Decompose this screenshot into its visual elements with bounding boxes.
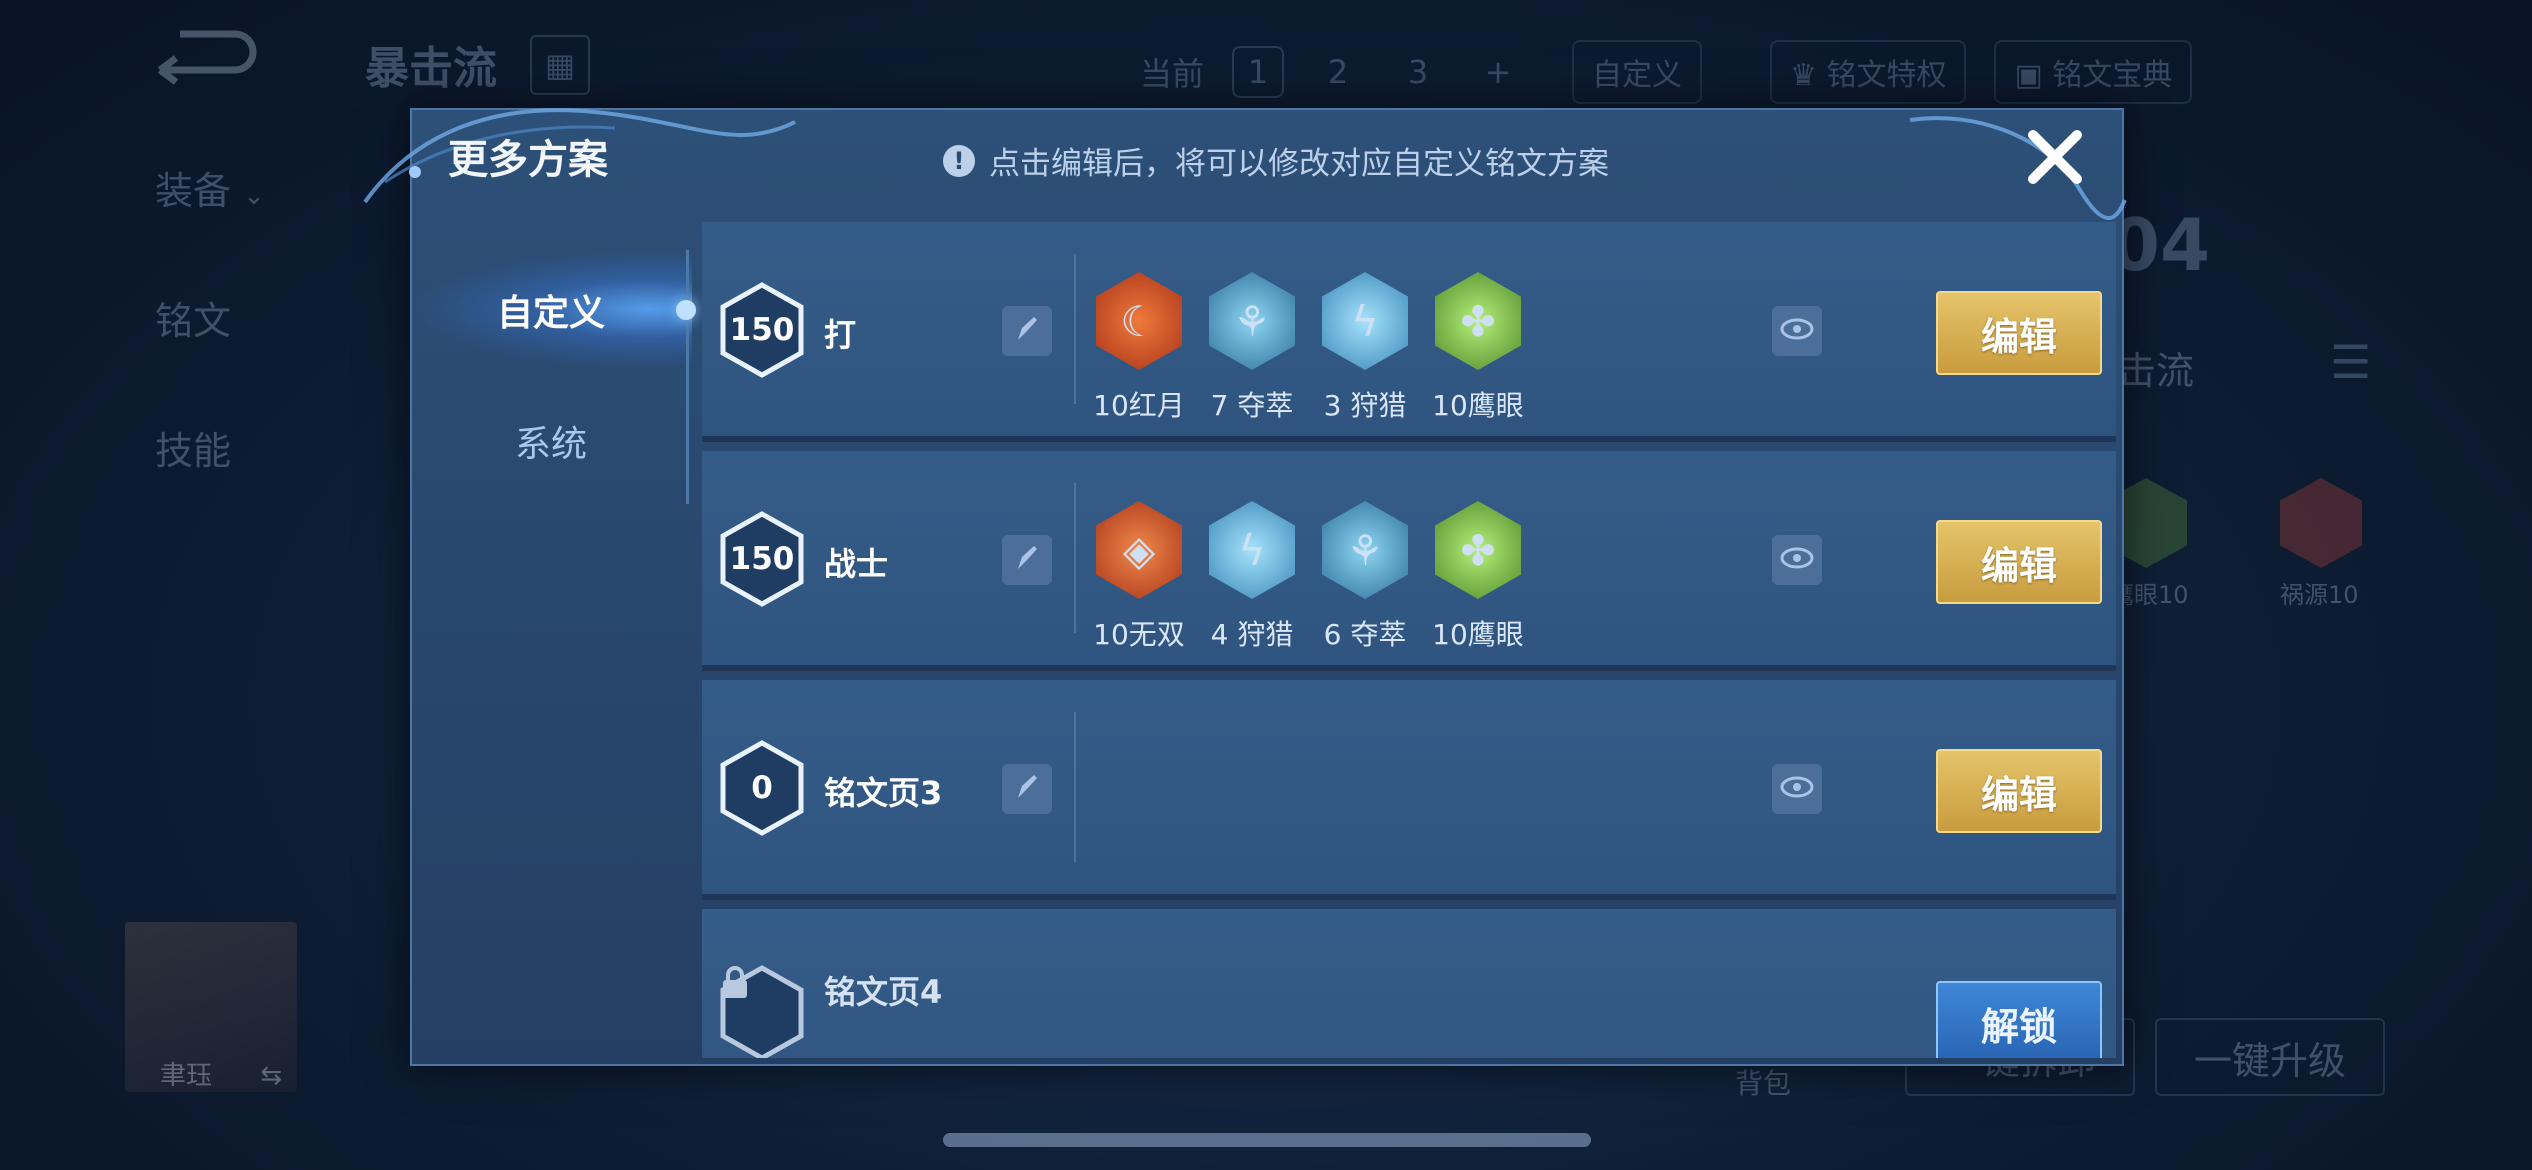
clover-icon: ✤ — [1435, 272, 1521, 370]
bg-page-tab-3[interactable]: 3 — [1392, 46, 1444, 98]
ornament-swirl-right — [1909, 116, 2127, 220]
preview-button[interactable] — [1772, 535, 1822, 585]
row-separator — [1074, 712, 1076, 862]
locked-badge — [720, 965, 804, 1058]
bg-custom-button[interactable]: 自定义 — [1572, 40, 1703, 104]
bg-upgrade-all-button[interactable]: 一键升级 — [2155, 1018, 2385, 1096]
swap-icon[interactable]: ⇆ — [260, 1061, 282, 1091]
row-separator — [1074, 483, 1076, 633]
bg-privilege-button[interactable]: ♛ 铭文特权 — [1770, 40, 1967, 104]
grid-icon[interactable]: ▦ — [530, 35, 590, 95]
level-value: 150 — [729, 541, 795, 577]
scheme-name: 铭文页4 — [824, 973, 943, 1011]
scheme-row: 150 战士 ◈ 10无双 ϟ 4 狩猎 ⚘ 6 夺萃 ✤ 10鹰眼 编辑 — [702, 451, 2116, 671]
bg-scheme-suffix: 击流 — [2118, 349, 2195, 393]
rune-slot[interactable]: ϟ 4 狩猎 — [1207, 501, 1297, 651]
crown-icon: ♛ — [1790, 58, 1827, 93]
scheme-row: 150 打 ☾ 10红月 ⚘ 7 夺萃 ϟ 3 狩猎 ✤ 10鹰眼 编辑 — [702, 222, 2116, 442]
eye-icon — [1780, 318, 1814, 344]
rune-label: 10鹰眼 — [1432, 389, 1524, 422]
triquetra-icon: ⚘ — [1209, 272, 1295, 370]
home-indicator[interactable] — [943, 1133, 1591, 1147]
bg-scheme-title: 暴击流 — [365, 43, 497, 94]
bg-add-page[interactable]: + — [1472, 46, 1524, 98]
rune-label: 10鹰眼 — [1432, 618, 1524, 651]
preview-button[interactable] — [1772, 306, 1822, 356]
edit-notice: ! 点击编辑后，将可以修改对应自定义铭文方案 — [943, 138, 1609, 183]
rename-button[interactable] — [1002, 306, 1052, 356]
scheme-row: 0 铭文页3 编辑 — [702, 680, 2116, 900]
list-icon[interactable]: ☰ — [2330, 335, 2371, 389]
info-icon: ! — [943, 144, 975, 177]
close-button[interactable] — [2020, 122, 2090, 192]
eye-icon — [1780, 776, 1814, 802]
lightning-icon: ϟ — [1209, 501, 1295, 599]
lightning-icon: ϟ — [1322, 272, 1408, 370]
rename-button[interactable] — [1002, 535, 1052, 585]
rune-slot[interactable]: ⚘ 7 夺萃 — [1207, 272, 1297, 422]
bg-page-tab-2[interactable]: 2 — [1312, 46, 1364, 98]
rune-slot[interactable]: ✤ 10鹰眼 — [1432, 272, 1524, 422]
diamond-swirl-icon: ◈ — [1096, 501, 1182, 599]
rune-slot[interactable]: ☾ 10红月 — [1093, 272, 1185, 422]
bg-page-tabs: 当前 1 2 3 + 自定义 ♛ 铭文特权 ▣ 铭文宝典 — [1140, 40, 2193, 104]
level-badge: 150 — [720, 511, 804, 607]
tab-custom[interactable]: 自定义 — [412, 284, 690, 336]
level-value: 0 — [751, 770, 773, 806]
edit-button[interactable]: 编辑 — [1936, 291, 2102, 375]
tab-system[interactable]: 系统 — [412, 415, 690, 467]
rune-slot[interactable]: ✤ 10鹰眼 — [1432, 501, 1524, 651]
scheme-list: 150 打 ☾ 10红月 ⚘ 7 夺萃 ϟ 3 狩猎 ✤ 10鹰眼 编辑 150… — [702, 222, 2116, 1058]
rename-button[interactable] — [1002, 764, 1052, 814]
bg-nav-skills[interactable]: 技能 — [155, 420, 231, 475]
clover-icon: ✤ — [1435, 501, 1521, 599]
pencil-icon — [1012, 543, 1042, 577]
bg-nav-equipment-label: 装备 — [155, 169, 232, 213]
edit-notice-text: 点击编辑后，将可以修改对应自定义铭文方案 — [989, 146, 1609, 182]
hero-name-label: 聿珏 — [160, 1061, 213, 1091]
scheme-name: 打 — [824, 316, 857, 354]
bg-codex-label: 铭文宝典 — [2052, 58, 2173, 93]
level-badge: 0 — [720, 740, 804, 836]
scheme-category-nav: 自定义 系统 — [412, 222, 690, 1058]
pencil-icon — [1012, 772, 1042, 806]
edit-button[interactable]: 编辑 — [1936, 749, 2102, 833]
back-arrow-icon[interactable] — [150, 30, 260, 90]
scheme-row-locked: 铭文页4 解锁 — [702, 909, 2116, 1058]
close-icon — [2028, 130, 2082, 184]
chevron-down-icon: ⌄ — [243, 181, 265, 211]
bg-page-tab-1[interactable]: 1 — [1232, 46, 1285, 98]
triquetra-icon: ⚘ — [1322, 501, 1408, 599]
scheme-name: 战士 — [824, 545, 889, 583]
rune-slot[interactable]: ◈ 10无双 — [1093, 501, 1185, 651]
bg-rune-huoyuan-icon — [2280, 478, 2362, 568]
bg-nav-runes[interactable]: 铭文 — [155, 290, 231, 345]
dialog-title: 更多方案 — [448, 137, 608, 183]
bg-codex-button[interactable]: ▣ 铭文宝典 — [1994, 40, 2193, 104]
bg-current-label: 当前 — [1140, 55, 1205, 93]
pencil-icon — [1012, 314, 1042, 348]
unlock-button[interactable]: 解锁 — [1936, 981, 2102, 1058]
edit-button[interactable]: 编辑 — [1936, 520, 2102, 604]
bg-privilege-label: 铭文特权 — [1826, 58, 1947, 93]
eye-icon — [1780, 547, 1814, 573]
book-icon: ▣ — [2014, 58, 2053, 93]
scheme-name: 铭文页3 — [824, 774, 943, 812]
bg-bag-label: 背包 — [1735, 1067, 1792, 1100]
crescent-moon-icon: ☾ — [1096, 272, 1182, 370]
row-separator — [1074, 254, 1076, 404]
preview-button[interactable] — [1772, 764, 1822, 814]
level-badge: 150 — [720, 282, 804, 378]
rune-slot[interactable]: ⚘ 6 夺萃 — [1320, 501, 1410, 651]
bg-nav-equipment[interactable]: 装备 ⌄ — [155, 160, 265, 215]
bg-rune-huoyuan-label: 祸源10 — [2280, 581, 2359, 609]
rune-slot[interactable]: ϟ 3 狩猎 — [1320, 272, 1410, 422]
level-value: 150 — [729, 312, 795, 348]
lock-icon — [720, 965, 804, 1058]
hero-name: 聿珏 ⇆ — [160, 1055, 282, 1092]
